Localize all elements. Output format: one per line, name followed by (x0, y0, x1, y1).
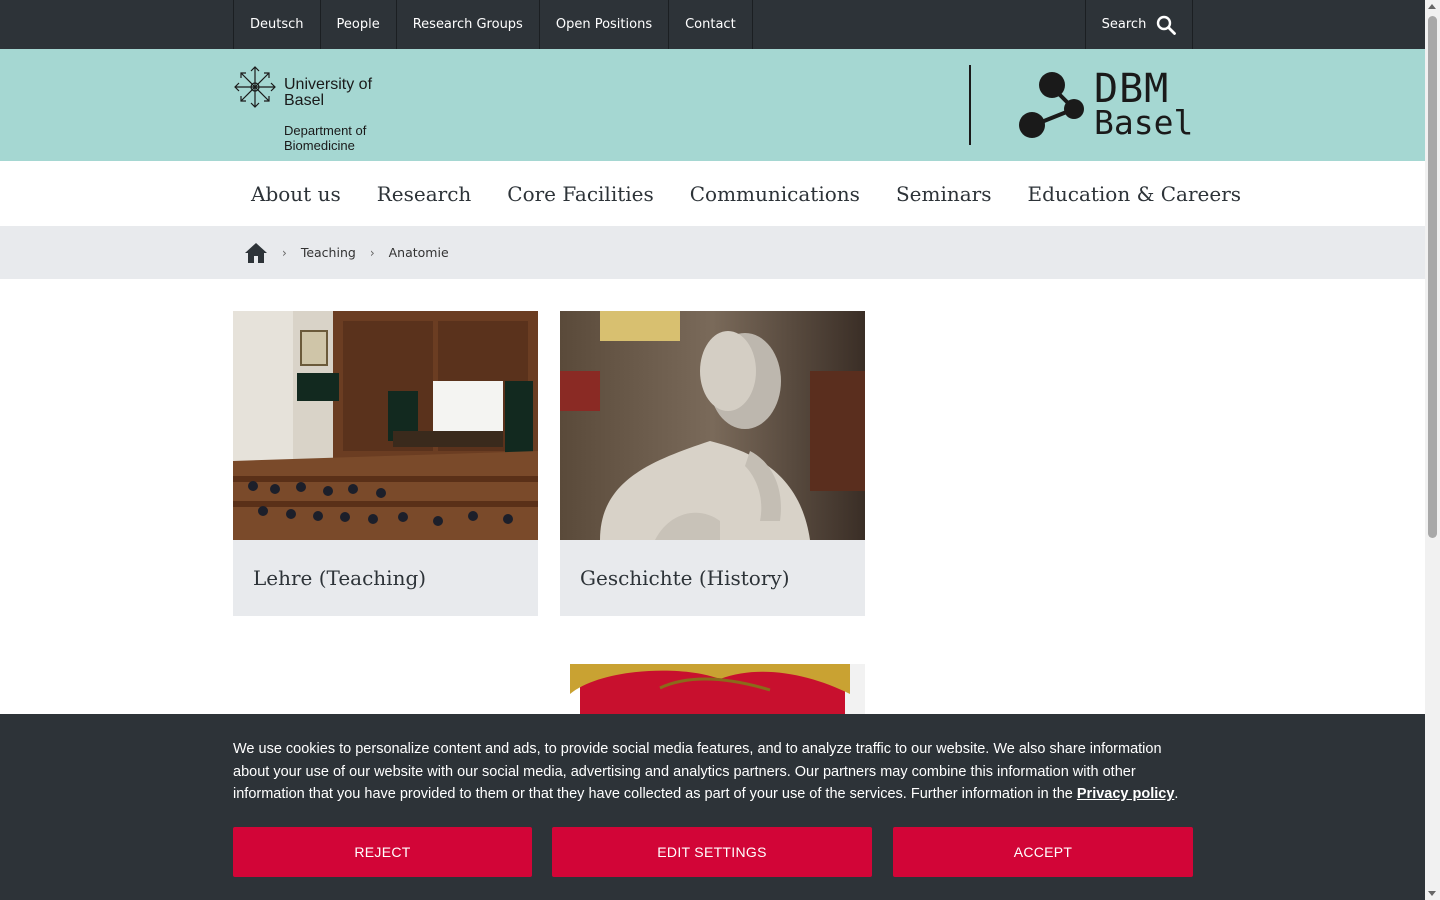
chevron-right-icon: › (282, 245, 287, 260)
top-bar: Deutsch People Research Groups Open Posi… (0, 0, 1425, 49)
home-icon[interactable] (244, 242, 268, 264)
nav-communications[interactable]: Communications (672, 161, 878, 226)
main-navigation: About us Research Core Facilities Commun… (0, 161, 1425, 226)
cookie-text: We use cookies to personalize content an… (233, 738, 1193, 806)
breadcrumb-current: Anatomie (388, 245, 449, 260)
lecture-hall-image (233, 311, 538, 540)
topnav-people-link[interactable]: People (321, 0, 397, 49)
topnav-deutsch-link[interactable]: Deutsch (234, 0, 321, 49)
university-emblem-icon (234, 66, 276, 108)
card-image-partial[interactable] (233, 664, 538, 714)
anatomy-image-partial[interactable] (560, 664, 865, 714)
nav-core-facilities[interactable]: Core Facilities (489, 161, 671, 226)
search-button[interactable]: Search (1085, 0, 1193, 49)
teaching-card[interactable]: Lehre (Teaching) (233, 311, 538, 616)
history-card[interactable]: Geschichte (History) (560, 311, 865, 616)
topnav-contact-link[interactable]: Contact (669, 0, 753, 49)
university-name: University of Basel (284, 76, 373, 109)
topnav-research-groups-link[interactable]: Research Groups (397, 0, 540, 49)
cookie-period: . (1174, 786, 1179, 802)
teaching-card-title: Lehre (Teaching) (253, 566, 427, 590)
page-scrollbar[interactable] (1425, 0, 1440, 900)
molecule-icon (1019, 72, 1084, 138)
dbm-basel-logo[interactable]: DBM Basel (1018, 69, 1194, 141)
breadcrumb: › Teaching › Anatomie (0, 226, 1425, 279)
nav-about-us[interactable]: About us (233, 161, 359, 226)
cookie-message: We use cookies to personalize content an… (233, 741, 1162, 802)
site-header: University of Basel Department of Biomed… (0, 49, 1425, 161)
search-label: Search (1101, 17, 1147, 32)
service-nav: Deutsch People Research Groups Open Posi… (233, 0, 1193, 49)
nav-education-careers[interactable]: Education & Careers (1009, 161, 1259, 226)
history-card-title: Geschichte (History) (580, 566, 790, 590)
sculpture-image (560, 311, 865, 540)
chevron-right-icon: › (369, 245, 375, 260)
basel-logo-text: Basel (1094, 103, 1194, 142)
nav-seminars[interactable]: Seminars (878, 161, 1010, 226)
privacy-policy-link[interactable]: Privacy policy (1077, 786, 1175, 802)
university-logo[interactable]: University of Basel Department of Biomed… (233, 65, 453, 155)
department-name: Department of Biomedicine (284, 123, 367, 153)
breadcrumb-teaching-link[interactable]: Teaching (301, 245, 356, 260)
topnav-open-positions-link[interactable]: Open Positions (540, 0, 670, 49)
accept-button[interactable]: ACCEPT (893, 827, 1193, 877)
nav-research[interactable]: Research (359, 161, 490, 226)
cookie-banner: We use cookies to personalize content an… (0, 714, 1425, 900)
search-icon (1157, 15, 1177, 35)
reject-button[interactable]: REJECT (233, 827, 532, 877)
scroll-down-icon[interactable] (1428, 891, 1436, 896)
edit-settings-button[interactable]: EDIT SETTINGS (552, 827, 872, 877)
scroll-up-icon[interactable] (1428, 4, 1436, 9)
header-divider (969, 65, 971, 145)
scrollbar-thumb[interactable] (1428, 16, 1437, 538)
